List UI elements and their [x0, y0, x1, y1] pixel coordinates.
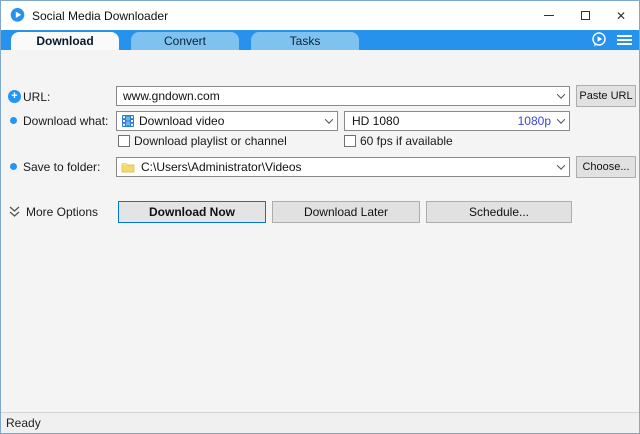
add-url-icon: + — [8, 90, 21, 103]
status-bar: Ready — [1, 412, 639, 433]
paste-url-button[interactable]: Paste URL — [576, 85, 636, 107]
url-input[interactable] — [121, 89, 553, 103]
minimize-icon — [544, 15, 554, 16]
download-type-arrow[interactable] — [321, 112, 337, 130]
schedule-button[interactable]: Schedule... — [426, 201, 572, 223]
tab-download[interactable]: Download — [11, 32, 119, 50]
fps-checkbox[interactable] — [344, 135, 356, 147]
close-button[interactable]: ✕ — [603, 1, 639, 30]
save-folder-arrow[interactable] — [553, 158, 569, 176]
minimize-button[interactable] — [531, 1, 567, 30]
fps-checkbox-row: 60 fps if available — [344, 133, 453, 148]
download-what-label: Download what: — [23, 111, 108, 131]
status-text: Ready — [6, 416, 41, 430]
playlist-checkbox-label: Download playlist or channel — [134, 134, 287, 148]
app-window: Social Media Downloader ✕ Download Conve… — [0, 0, 640, 434]
choose-folder-button[interactable]: Choose... — [576, 156, 636, 178]
title-bar: Social Media Downloader ✕ — [1, 1, 639, 30]
fps-checkbox-label: 60 fps if available — [360, 134, 453, 148]
tab-bar-icons — [590, 30, 633, 50]
chevron-down-icon — [557, 115, 565, 123]
tab-tasks-label: Tasks — [290, 34, 321, 48]
chevron-down-icon — [557, 90, 565, 98]
save-folder-input[interactable] — [139, 160, 553, 174]
bullet-icon — [10, 163, 17, 170]
folder-icon — [121, 160, 135, 174]
download-type-value: Download video — [139, 114, 321, 128]
hamburger-menu-icon[interactable] — [616, 32, 633, 48]
tab-bar: Download Convert Tasks — [1, 30, 639, 50]
bullet-icon — [10, 117, 17, 124]
download-type-select[interactable]: Download video — [116, 111, 338, 131]
save-folder-label: Save to folder: — [23, 157, 100, 177]
url-dropdown-arrow[interactable] — [553, 87, 569, 105]
close-icon: ✕ — [616, 10, 626, 22]
quality-badge: 1080p — [518, 114, 553, 128]
playlist-checkbox[interactable] — [118, 135, 130, 147]
app-logo-icon — [9, 7, 26, 24]
tab-tasks[interactable]: Tasks — [251, 32, 359, 50]
playlist-checkbox-row: Download playlist or channel — [118, 133, 287, 148]
double-chevron-down-icon — [8, 205, 21, 222]
url-label: URL: — [23, 87, 50, 107]
more-options-toggle[interactable]: More Options — [26, 202, 98, 222]
download-later-button[interactable]: Download Later — [272, 201, 420, 223]
film-strip-icon — [121, 114, 135, 128]
maximize-button[interactable] — [567, 1, 603, 30]
chevron-down-icon — [557, 161, 565, 169]
quality-arrow[interactable] — [553, 112, 569, 130]
quality-value: HD 1080 — [349, 114, 518, 128]
save-folder-combobox[interactable] — [116, 157, 570, 177]
chevron-down-icon — [325, 115, 333, 123]
maximize-icon — [581, 11, 590, 20]
window-controls: ✕ — [531, 1, 639, 30]
quality-select[interactable]: HD 1080 1080p — [344, 111, 570, 131]
window-title: Social Media Downloader — [32, 1, 168, 30]
tab-download-label: Download — [36, 34, 93, 48]
help-bubble-play-icon[interactable] — [590, 32, 608, 48]
url-combobox[interactable] — [116, 86, 570, 106]
tab-convert[interactable]: Convert — [131, 32, 239, 50]
download-now-button[interactable]: Download Now — [118, 201, 266, 223]
tab-convert-label: Convert — [164, 34, 206, 48]
